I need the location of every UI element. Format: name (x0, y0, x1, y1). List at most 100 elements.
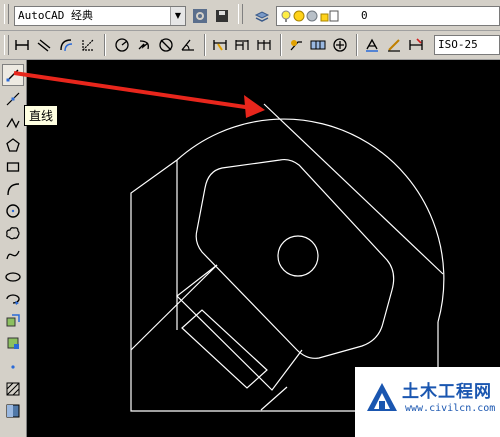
dim-text-edit-icon (388, 39, 400, 52)
quick-dimension-button[interactable] (210, 35, 230, 55)
layer-select[interactable]: 0 (276, 6, 500, 26)
gradient-button[interactable] (2, 400, 24, 422)
watermark-url: www.civilcn.com (405, 403, 496, 414)
hatch-button[interactable] (2, 378, 24, 400)
watermark-logo: 土木工程网 www.civilcn.com (355, 367, 500, 437)
jogged-dim-icon (138, 40, 149, 50)
baseline-dimension-button[interactable] (232, 35, 252, 55)
watermark-title: 土木工程网 (402, 382, 492, 402)
polygon-icon (6, 138, 20, 152)
tolerance-icon (310, 40, 326, 50)
center-mark-icon (333, 38, 347, 52)
linear-dimension-button[interactable] (12, 35, 32, 55)
revision-cloud-icon (6, 227, 20, 240)
insert-block-button[interactable] (2, 310, 24, 332)
line-icon (6, 69, 19, 82)
angular-dimension-button[interactable] (178, 35, 198, 55)
dimension-text-edit-button[interactable] (384, 35, 404, 55)
construction-line-button[interactable] (2, 88, 24, 110)
polygon-button[interactable] (2, 134, 24, 156)
arc-button[interactable] (2, 178, 24, 200)
radius-dimension-button[interactable] (112, 35, 132, 55)
ellipse-arc-icon (6, 294, 20, 305)
toolbar-separator (204, 34, 206, 56)
center-mark-button[interactable] (330, 35, 350, 55)
spline-button[interactable] (2, 244, 24, 266)
ellipse-button[interactable] (2, 266, 24, 288)
tolerance-frame-button[interactable] (308, 35, 328, 55)
jogged-dimension-button[interactable] (134, 35, 154, 55)
hatch-icon (6, 382, 20, 396)
ellipse-icon (5, 272, 21, 282)
dimension-toolbar: ISO-25 (0, 31, 500, 60)
workspace-select[interactable]: AutoCAD 经典 ▼ (14, 6, 186, 26)
workspace-value: AutoCAD 经典 (18, 9, 93, 22)
gradient-icon (6, 404, 20, 418)
diagonal-line (130, 264, 218, 351)
continue-dim-icon (257, 40, 271, 50)
point-icon (11, 365, 15, 369)
toolbar-separator (104, 34, 106, 56)
continue-dimension-button[interactable] (254, 35, 274, 55)
polyline-button[interactable] (2, 112, 24, 134)
diameter-dimension-button[interactable] (156, 35, 176, 55)
aligned-dim-icon (37, 39, 51, 52)
layer-manager-button[interactable] (252, 6, 272, 26)
dimstyle-select[interactable]: ISO-25 (434, 35, 500, 55)
insert-block-icon (6, 314, 20, 327)
dimension-update-button[interactable] (406, 35, 426, 55)
slot-outline (195, 158, 395, 359)
angular-dim-icon (181, 39, 194, 51)
layer-state-icons (281, 10, 339, 22)
dimstyle-value: ISO-25 (438, 38, 478, 51)
make-block-button[interactable] (2, 332, 24, 354)
tolerance-button[interactable] (286, 35, 306, 55)
baseline-dim-icon (235, 40, 249, 50)
arc-length-icon (60, 39, 73, 52)
quick-leader-icon (290, 40, 302, 51)
chevron-down-icon[interactable]: ▼ (170, 7, 185, 25)
diameter-dim-icon (159, 38, 173, 52)
large-arc (176, 118, 445, 323)
workspace-save-icon (216, 10, 228, 22)
toolbar-grip[interactable] (4, 35, 9, 55)
dimension-edit-button[interactable] (362, 35, 382, 55)
workspace-save-button[interactable] (212, 6, 232, 26)
circle-icon (6, 204, 20, 218)
toolbar-separator (356, 34, 358, 56)
polyline-icon (6, 117, 20, 129)
workspace-toolbar: AutoCAD 经典 ▼ 0 (0, 0, 500, 31)
workspace-settings-button[interactable] (190, 6, 210, 26)
gear-icon (193, 9, 207, 23)
arc-icon (7, 183, 20, 196)
radius-dim-icon (115, 38, 129, 52)
toolbar-separator (280, 34, 282, 56)
quick-dim-icon (213, 40, 227, 51)
layers-icon (254, 11, 270, 22)
revision-cloud-button[interactable] (2, 222, 24, 244)
make-block-icon (7, 337, 19, 349)
point-button[interactable] (2, 356, 24, 378)
ellipse-arc-button[interactable] (2, 288, 24, 310)
rectangle-button[interactable] (2, 156, 24, 178)
body-outline (176, 264, 303, 391)
construction-line-icon (6, 92, 20, 106)
line-tooltip: 直线 (24, 105, 59, 126)
toolbar-grip[interactable] (4, 4, 9, 24)
draw-toolbar (0, 60, 27, 437)
civil-logo-icon (367, 383, 397, 411)
toolbar-grip[interactable] (238, 4, 243, 24)
ordinate-dim-icon (82, 39, 94, 51)
line-tool-button[interactable] (2, 64, 24, 86)
inner-rectangle (181, 309, 268, 389)
rectangle-icon (6, 162, 20, 172)
arc-length-button[interactable] (56, 35, 76, 55)
circle-button[interactable] (2, 200, 24, 222)
layer-value: 0 (361, 9, 368, 22)
inner-lower-line (260, 386, 288, 411)
spline-icon (6, 250, 20, 260)
aligned-dimension-button[interactable] (34, 35, 54, 55)
linear-dim-icon (15, 40, 29, 50)
ordinate-dimension-button[interactable] (78, 35, 98, 55)
dim-update-icon (409, 38, 423, 50)
